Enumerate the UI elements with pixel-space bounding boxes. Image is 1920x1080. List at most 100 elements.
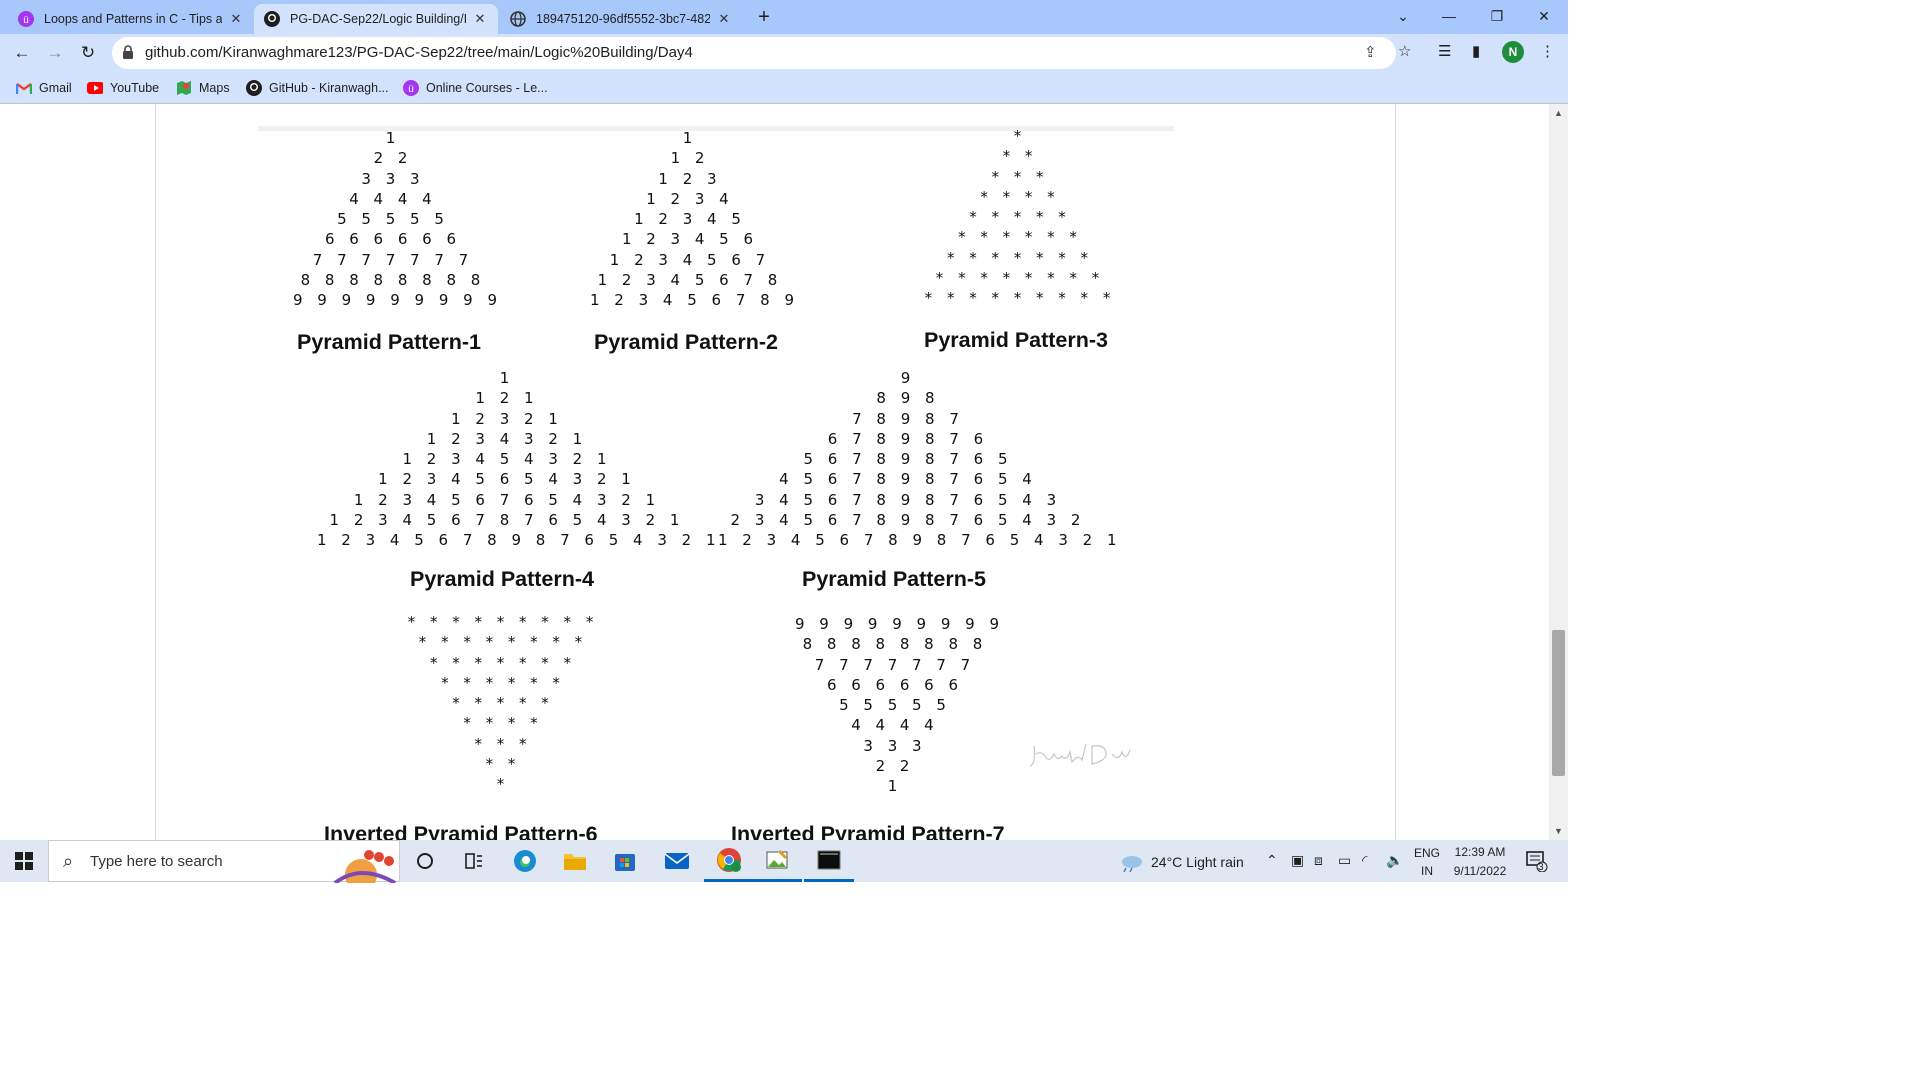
mail-icon[interactable]: [652, 840, 702, 882]
pattern-row: * * * * * * *: [946, 248, 1094, 267]
tab-github-pg-dac[interactable]: PG-DAC-Sep22/Logic Building/D ✕: [254, 4, 498, 34]
pattern-row: 9 9 9 9 9 9 9 9 9: [795, 615, 1005, 633]
language-indicator[interactable]: ENG IN: [1412, 846, 1442, 878]
scroll-down-icon[interactable]: ▼: [1549, 826, 1568, 836]
journaldev-watermark: [1026, 740, 1136, 775]
minimize-icon[interactable]: —: [1426, 0, 1472, 34]
content-border-right: [1395, 104, 1396, 840]
microsoft-store-icon[interactable]: [600, 840, 650, 882]
share-icon[interactable]: ⇪: [1364, 43, 1377, 61]
pattern-row: * * * * * * *: [429, 653, 577, 672]
image-editor-icon[interactable]: [752, 840, 802, 882]
pattern-title: Pyramid Pattern-5: [802, 567, 987, 591]
weather-text[interactable]: 24°C Light rain: [1151, 854, 1244, 870]
menu-icon[interactable]: ⋮: [1540, 42, 1555, 60]
pattern-row: * * * * * *: [441, 673, 565, 692]
windows-start-icon[interactable]: [0, 840, 48, 882]
wifi-icon[interactable]: ◜: [1362, 852, 1367, 869]
tab-loops-and-patterns[interactable]: ü Loops and Patterns in C - Tips an ✕: [8, 4, 254, 34]
region-code: IN: [1421, 864, 1433, 878]
close-icon[interactable]: ✕: [228, 11, 244, 27]
pattern-row: 7 8 9 8 7: [852, 409, 964, 428]
pattern-row: 1 2 3 4 5 4 3 2 1: [402, 450, 612, 469]
terminal-icon[interactable]: [804, 840, 854, 882]
pattern-row: 1 2 3 4: [646, 189, 734, 208]
profile-avatar[interactable]: N: [1502, 41, 1524, 63]
back-icon[interactable]: ←: [8, 39, 36, 67]
pattern-row: 8 9 8: [876, 389, 940, 408]
pattern-row: * * *: [474, 734, 532, 753]
tab-title: Loops and Patterns in C - Tips an: [44, 12, 222, 26]
scroll-thumb[interactable]: [1552, 630, 1565, 776]
scroll-up-icon[interactable]: ▲: [1549, 108, 1568, 118]
onedrive-icon[interactable]: ⧈: [1314, 852, 1323, 869]
tab-search-chevron-icon[interactable]: ⌄: [1380, 0, 1426, 34]
svg-text:ü: ü: [23, 15, 29, 26]
close-window-icon[interactable]: ✕: [1521, 0, 1567, 34]
media-icon[interactable]: ☰: [1438, 42, 1451, 60]
tab-image[interactable]: 189475120-96df5552-3bc7-4827 ✕: [500, 4, 742, 34]
pattern-row: 9 9 9 9 9 9 9 9 9: [293, 291, 503, 310]
task-view-icon[interactable]: [400, 840, 450, 882]
pattern-row: 2 3 4 5 6 7 8 9 8 7 6 5 4 3 2: [730, 511, 1086, 530]
bookmark-label: Online Courses - Le...: [426, 81, 548, 95]
close-icon[interactable]: ✕: [716, 11, 732, 27]
windows-taskbar: ⌕ Type here to search 24°C Light rain ⌃ …: [0, 840, 1568, 883]
forward-icon[interactable]: →: [41, 39, 69, 67]
meet-now-icon[interactable]: ▣: [1291, 852, 1304, 869]
pattern-title: Pyramid Pattern-3: [924, 328, 1109, 352]
pattern-row: 2 2: [875, 757, 915, 776]
pattern-row: * *: [1002, 147, 1038, 166]
bookmark-star-icon[interactable]: ☆: [1398, 42, 1411, 60]
language-code: ENG: [1413, 846, 1440, 860]
pattern-row: 4 4 4 4: [851, 716, 939, 735]
weather-icon[interactable]: [1118, 852, 1144, 875]
taskbar-search-box[interactable]: ⌕ Type here to search: [48, 840, 400, 883]
pattern-row: * * * * * *: [958, 228, 1082, 247]
bookmark-github[interactable]: GitHub - Kiranwagh...: [246, 78, 389, 98]
side-panel-icon[interactable]: ▮: [1472, 42, 1480, 60]
chevron-up-icon[interactable]: ⌃: [1266, 852, 1278, 869]
pattern-row: 3 3 3: [863, 736, 927, 755]
reload-icon[interactable]: ↻: [74, 39, 102, 67]
pattern-row: 4 4 4 4: [349, 189, 437, 208]
inverted-pyramid-pattern-6-figure: * * * * * * * * * * * * * * * * * * * * * …: [403, 612, 603, 795]
battery-icon[interactable]: ▭: [1338, 852, 1351, 869]
new-tab-icon[interactable]: +: [752, 5, 776, 29]
pattern-title: Pyramid Pattern-2: [594, 330, 779, 354]
file-explorer-icon[interactable]: [550, 840, 600, 882]
bookmark-youtube[interactable]: YouTube: [87, 78, 159, 98]
close-icon[interactable]: ✕: [472, 11, 488, 27]
edge-browser-icon[interactable]: [500, 840, 550, 882]
bookmark-udemy[interactable]: ü Online Courses - Le...: [403, 78, 548, 98]
clock[interactable]: 12:39 AM 9/11/2022: [1448, 845, 1512, 878]
pattern-row: 3 4 5 6 7 8 9 8 7 6 5 4 3: [754, 490, 1062, 509]
restore-icon[interactable]: ❐: [1474, 0, 1520, 34]
pattern-row: 1 2 3 4 5 6 7 6 5 4 3 2 1: [353, 490, 661, 509]
bookmark-gmail[interactable]: Gmail: [16, 78, 72, 98]
pattern-row: 6 6 6 6 6 6: [324, 230, 462, 249]
notification-icon[interactable]: [1526, 850, 1548, 875]
url-text[interactable]: github.com/Kiranwaghmare123/PG-DAC-Sep22…: [145, 44, 693, 61]
bookmark-maps[interactable]: Maps: [176, 78, 230, 98]
udemy-icon: ü: [403, 80, 419, 96]
pattern-row: 1: [385, 129, 401, 147]
address-bar[interactable]: github.com/Kiranwaghmare123/PG-DAC-Sep22…: [112, 37, 1396, 69]
pattern-row: 6 7 8 9 8 7 6: [827, 429, 989, 448]
github-icon: [246, 80, 262, 96]
vertical-scrollbar[interactable]: ▲ ▼: [1549, 104, 1568, 840]
pattern-row: 5 5 5 5 5: [839, 696, 951, 715]
chrome-icon[interactable]: [704, 840, 754, 882]
volume-icon[interactable]: 🔈: [1386, 852, 1403, 869]
search-placeholder: Type here to search: [90, 853, 223, 870]
bookmark-label: YouTube: [110, 81, 160, 95]
tab-title: PG-DAC-Sep22/Logic Building/D: [290, 12, 466, 26]
widgets-icon[interactable]: [449, 840, 499, 882]
gmail-icon: [16, 80, 32, 96]
pattern-row: 1 2 3 4 5 6 7: [609, 250, 771, 269]
pattern-row: 1 2 3 4 5: [634, 210, 746, 229]
pattern-row: 5 6 7 8 9 8 7 6 5: [803, 450, 1013, 469]
bookmarks-bar: Gmail YouTube Maps GitHub - Kiranwagh...…: [0, 72, 1568, 104]
bookmark-label: Maps: [199, 81, 230, 95]
pattern-row: 2 2: [373, 149, 413, 168]
